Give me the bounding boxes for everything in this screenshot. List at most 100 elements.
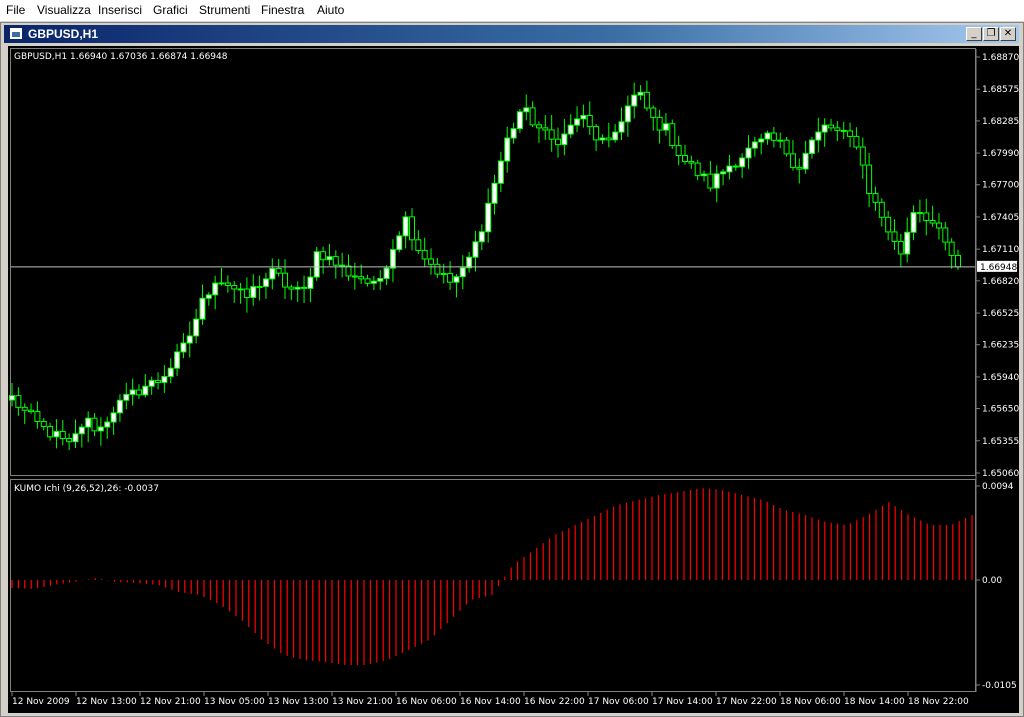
candle-body [320, 251, 327, 261]
candle-body [770, 132, 777, 141]
candle-body [313, 251, 320, 278]
candle-body [174, 351, 181, 369]
candle-body [872, 193, 879, 203]
candle-body [155, 379, 162, 383]
candle-body [656, 116, 663, 131]
candle-body [904, 231, 911, 255]
candle-body [542, 127, 549, 131]
candle-body [389, 249, 396, 269]
candle-body [110, 412, 117, 423]
candle-body [358, 276, 365, 280]
candle-body [161, 375, 168, 383]
candle-body [243, 288, 250, 299]
candle-body [21, 406, 28, 411]
indicator-tick-label: 0.00 [982, 576, 1002, 586]
chart-info-label: GBPUSD,H1 1.66940 1.67036 1.66874 1.6694… [14, 52, 228, 62]
candle-body [847, 130, 854, 137]
candle-body [383, 267, 390, 280]
candle-body [574, 118, 581, 126]
candle-body [707, 173, 714, 189]
candle-body [650, 107, 657, 118]
time-tick-label: 16 Nov 14:00 [460, 697, 521, 707]
candle-body [256, 285, 263, 288]
candle-body [751, 141, 758, 149]
candle-body [612, 131, 619, 141]
candle-body [97, 426, 104, 432]
candle-body [510, 128, 517, 139]
time-tick-label: 16 Nov 06:00 [396, 697, 457, 707]
candle-body [180, 342, 187, 353]
candle-body [415, 239, 422, 251]
candle-body [783, 139, 790, 155]
candle-body [53, 430, 60, 438]
candle-body [599, 137, 606, 141]
candle-body [859, 146, 866, 166]
current-price-label: 1.66948 [980, 263, 1017, 273]
candle-body [567, 124, 574, 135]
candle-body [701, 173, 708, 177]
candle-body [777, 139, 784, 142]
candle-body [669, 123, 676, 147]
time-tick-label: 18 Nov 06:00 [780, 697, 841, 707]
candle-body [662, 123, 669, 131]
candle-body [326, 256, 333, 261]
candle-body [129, 389, 136, 395]
candle-body [942, 227, 949, 243]
candle-body [199, 297, 206, 320]
time-tick-label: 13 Nov 21:00 [332, 697, 393, 707]
candle-body [275, 267, 282, 274]
candle-body [478, 231, 485, 243]
candle-body [923, 212, 930, 222]
candle-body [878, 201, 885, 218]
chart-background [8, 46, 1019, 713]
candle-body [40, 420, 47, 427]
time-tick-label: 18 Nov 22:00 [908, 697, 969, 707]
candle-body [148, 379, 155, 387]
candle-body [472, 241, 479, 258]
candle-body [796, 166, 803, 170]
candle-body [135, 389, 142, 396]
candle-body [339, 264, 346, 267]
candle-body [713, 173, 720, 189]
candle-body [834, 127, 841, 131]
candle-body [828, 124, 835, 129]
candle-body [85, 417, 92, 428]
price-tick-label: 1.67990 [982, 149, 1019, 159]
candle-body [504, 137, 511, 162]
candle-body [739, 157, 746, 168]
candle-body [116, 399, 123, 414]
candle-body [523, 107, 530, 113]
candle-body [167, 367, 174, 377]
candle-body [104, 421, 111, 428]
candle-body [370, 280, 377, 284]
candle-body [377, 278, 384, 282]
candle-body [434, 263, 441, 275]
candle-body [948, 241, 955, 256]
candle-body [916, 212, 923, 215]
candle-body [91, 417, 98, 432]
candle-body [269, 267, 276, 280]
candle-body [688, 160, 695, 164]
candle-body [237, 288, 244, 291]
price-tick-label: 1.68870 [982, 53, 1019, 63]
candle-body [764, 132, 771, 140]
candle-body [459, 267, 466, 278]
time-tick-label: 18 Nov 14:00 [844, 697, 905, 707]
price-tick-label: 1.68285 [982, 117, 1019, 127]
time-tick-label: 12 Nov 2009 [12, 697, 70, 707]
indicator-label: KUMO Ichi (9,26,52),26: -0.0037 [14, 484, 159, 494]
candle-body [15, 395, 22, 408]
candle-body [231, 285, 238, 290]
candle-body [808, 139, 815, 155]
price-tick-label: 1.67700 [982, 181, 1019, 191]
candle-body [885, 216, 892, 233]
candle-body [485, 202, 492, 233]
candle-body [402, 216, 409, 237]
time-tick-label: 13 Nov 13:00 [268, 697, 329, 707]
time-tick-label: 13 Nov 05:00 [204, 697, 265, 707]
price-tick-label: 1.65650 [982, 405, 1019, 415]
candle-body [535, 124, 542, 129]
candle-body [123, 393, 130, 401]
candle-body [815, 131, 822, 141]
price-tick-label: 1.65355 [982, 437, 1019, 447]
